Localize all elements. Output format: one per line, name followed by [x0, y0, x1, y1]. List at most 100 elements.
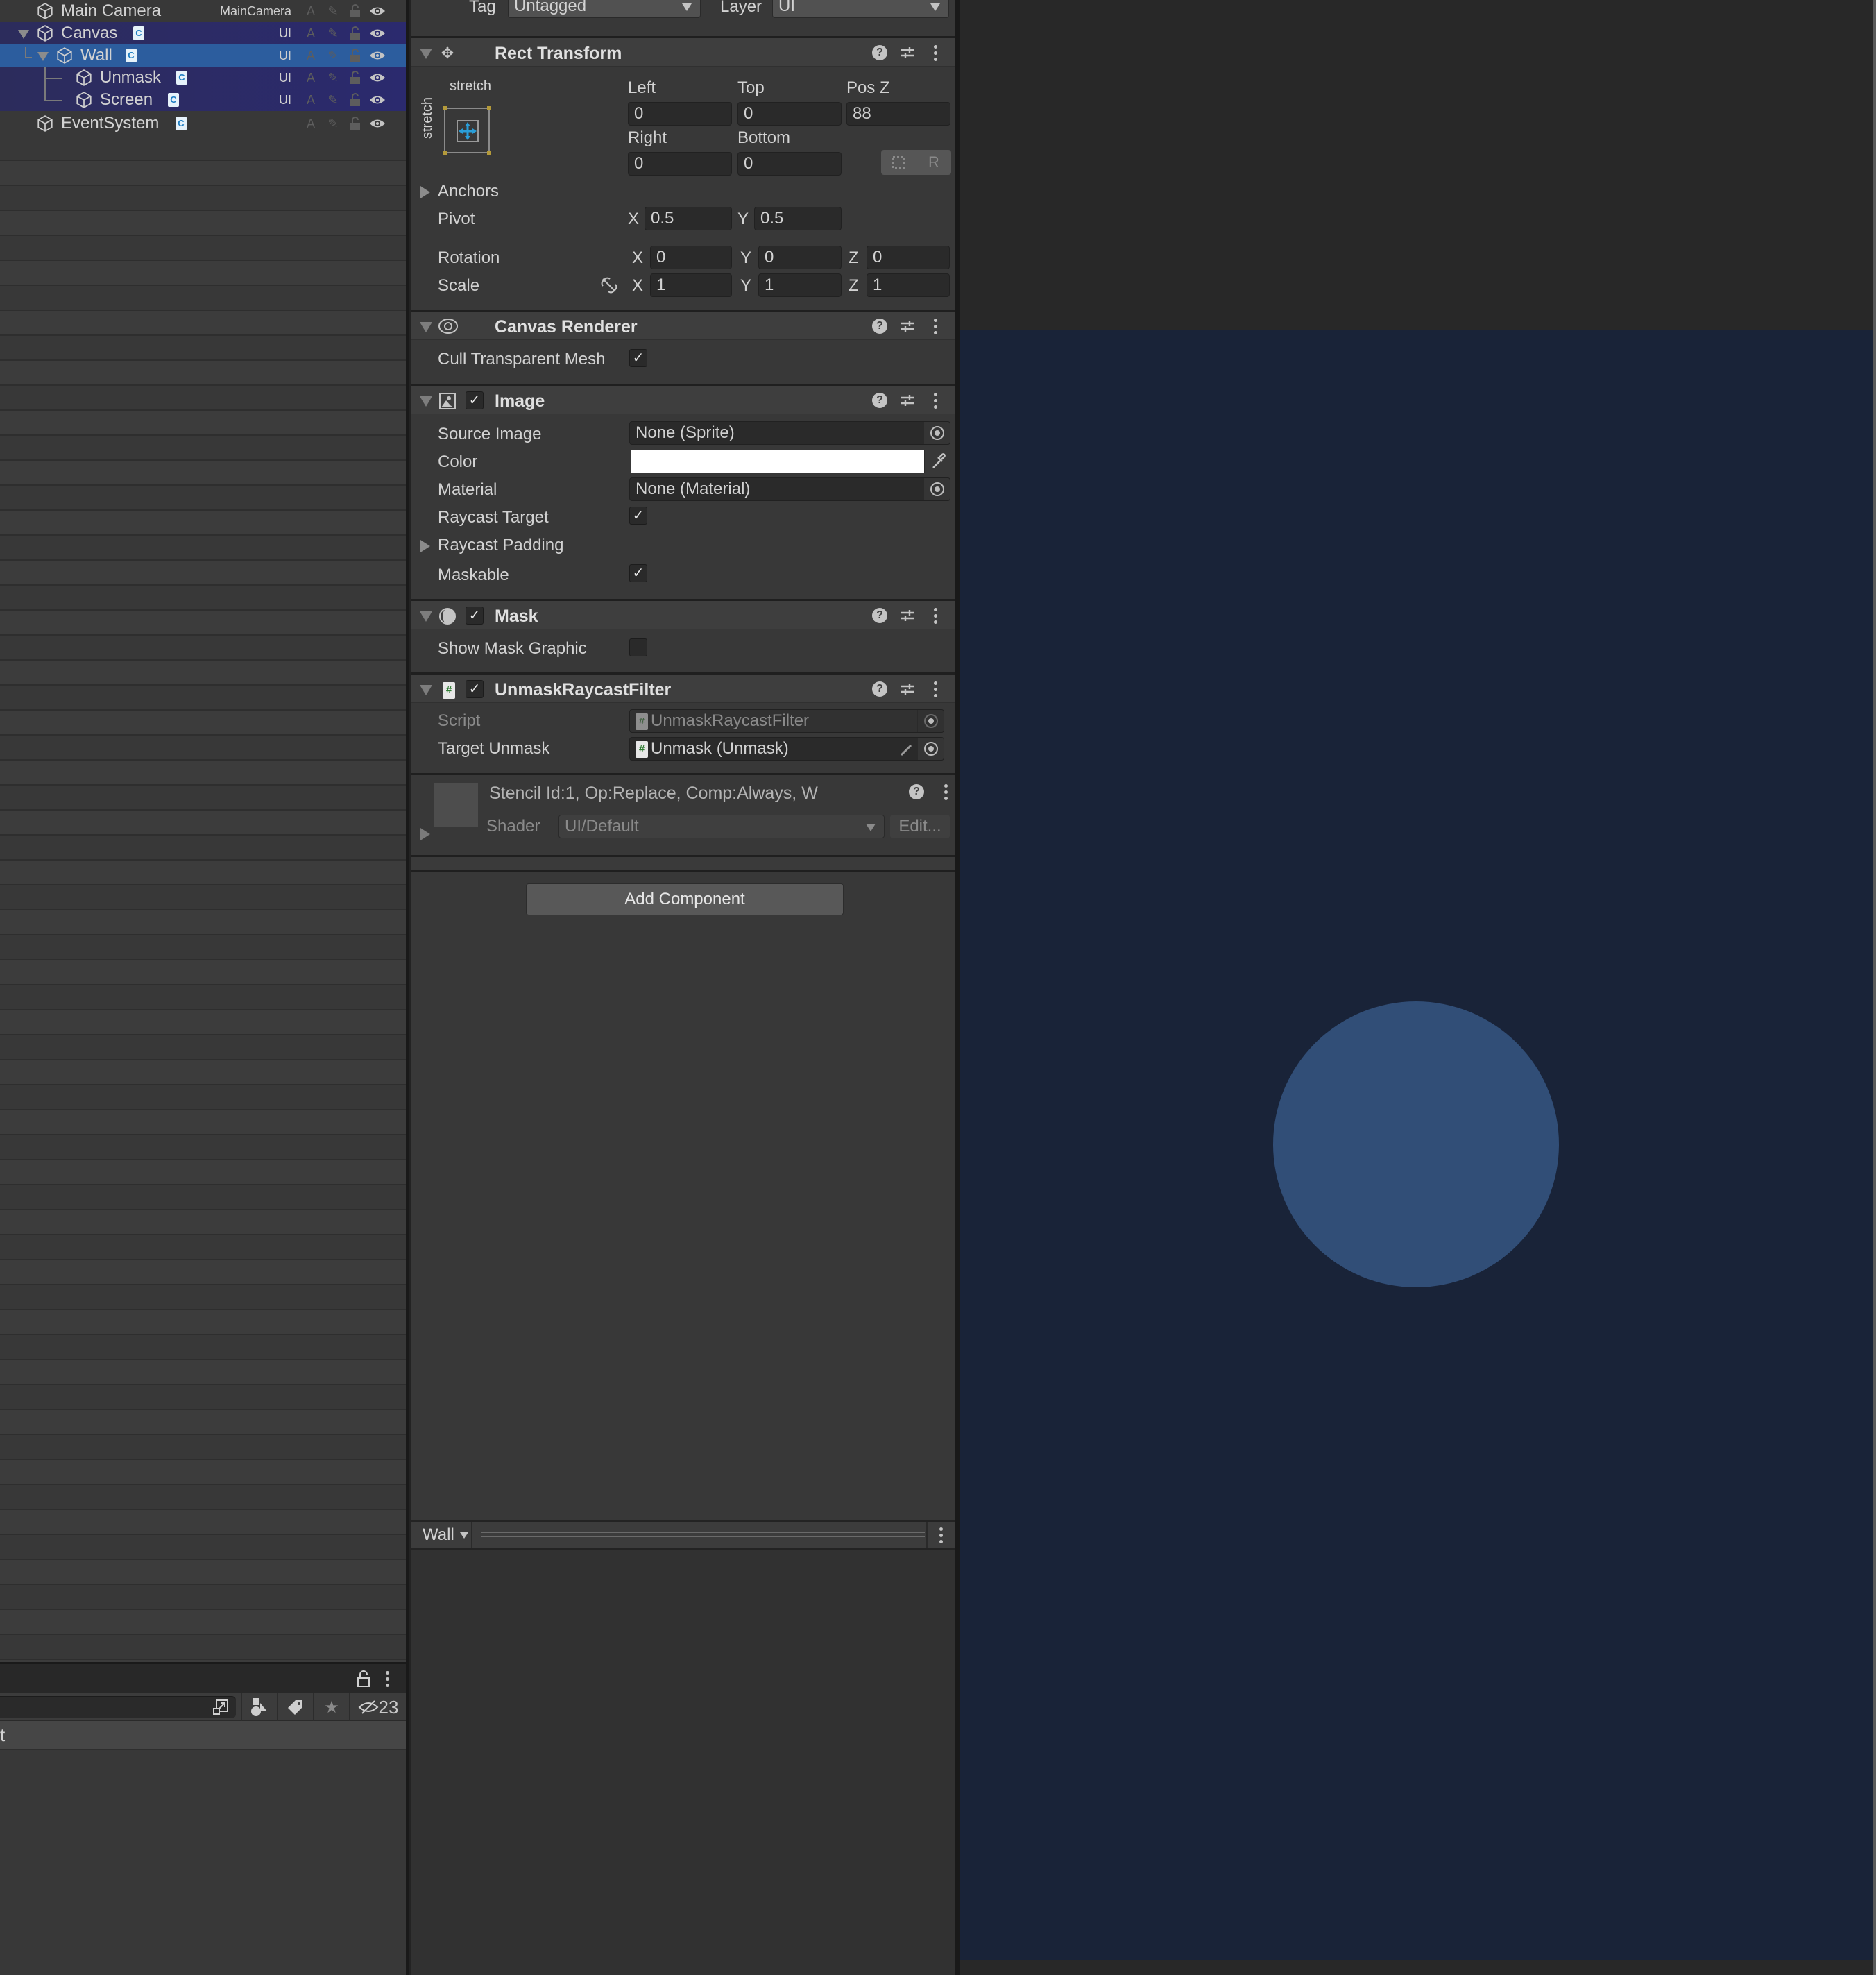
- scale-z-field[interactable]: 1: [867, 273, 950, 297]
- help-button[interactable]: ?: [869, 390, 890, 411]
- bottom-field[interactable]: 0: [737, 152, 842, 176]
- pencil-icon[interactable]: ✎: [322, 0, 344, 22]
- pencil-icon[interactable]: ✎: [322, 112, 344, 135]
- pencil-icon[interactable]: ✎: [322, 44, 344, 67]
- scene-picking-icon[interactable]: A: [300, 0, 322, 22]
- eye-icon[interactable]: [366, 44, 389, 67]
- hierarchy-item-unmask[interactable]: Unmask C UI A ✎: [0, 67, 406, 89]
- lock-icon[interactable]: [344, 44, 366, 67]
- eye-icon[interactable]: [366, 89, 389, 111]
- material-fold-icon[interactable]: [420, 828, 430, 840]
- image-header[interactable]: ✓ Image ?: [411, 384, 955, 414]
- object-picker-button[interactable]: [917, 738, 944, 760]
- rotation-x-field[interactable]: 0: [650, 246, 732, 269]
- tag-dropdown[interactable]: Untagged: [508, 0, 701, 18]
- raw-edit-button[interactable]: R: [916, 150, 951, 175]
- component-menu-button[interactable]: [925, 316, 946, 337]
- pencil-icon[interactable]: ✎: [322, 22, 344, 44]
- preview-object-dropdown[interactable]: Wall: [417, 1522, 472, 1548]
- favorites-star-icon[interactable]: ★: [313, 1693, 349, 1721]
- add-component-button[interactable]: Add Component: [526, 883, 844, 915]
- top-field[interactable]: 0: [737, 102, 842, 126]
- fold-arrow-icon[interactable]: [420, 322, 432, 332]
- lock-icon[interactable]: [344, 112, 366, 135]
- search-input[interactable]: [0, 1696, 236, 1718]
- fold-arrow-icon[interactable]: [420, 685, 432, 695]
- unmask-raycast-filter-header[interactable]: # ✓ UnmaskRaycastFilter ?: [411, 672, 955, 703]
- constrain-proportions-icon[interactable]: [600, 276, 618, 294]
- hierarchy-item-screen[interactable]: Screen C UI A ✎: [0, 89, 406, 111]
- help-button[interactable]: ?: [869, 605, 890, 626]
- mask-enabled-checkbox[interactable]: ✓: [466, 607, 484, 625]
- hidden-packages-toggle[interactable]: 23: [349, 1693, 406, 1721]
- canvas-renderer-header[interactable]: Canvas Renderer ?: [411, 310, 955, 340]
- lock-icon[interactable]: [357, 1670, 370, 1691]
- hierarchy-item-main-camera[interactable]: Main Camera MainCamera A ✎: [0, 0, 406, 22]
- scene-picking-icon[interactable]: A: [300, 44, 322, 67]
- eye-icon[interactable]: [366, 67, 389, 89]
- shader-edit-button[interactable]: Edit...: [890, 815, 950, 838]
- pivot-y-field[interactable]: 0.5: [754, 207, 842, 230]
- material-menu-button[interactable]: [935, 781, 956, 802]
- rotation-z-field[interactable]: 0: [867, 246, 950, 269]
- scene-picking-icon[interactable]: A: [300, 112, 322, 135]
- help-button[interactable]: ?: [869, 42, 890, 63]
- lock-icon[interactable]: [344, 0, 366, 22]
- lock-icon[interactable]: [344, 67, 366, 89]
- anchors-label[interactable]: Anchors: [438, 182, 499, 201]
- scene-picking-icon[interactable]: A: [300, 67, 322, 89]
- target-unmask-field[interactable]: # Unmask (Unmask): [629, 737, 944, 761]
- anchors-fold-icon[interactable]: [420, 186, 430, 198]
- image-enabled-checkbox[interactable]: ✓: [466, 391, 484, 409]
- hierarchy-item-wall[interactable]: Wall C UI A ✎: [0, 44, 406, 67]
- raycast-padding-label[interactable]: Raycast Padding: [438, 536, 563, 555]
- cull-transparent-mesh-checkbox[interactable]: ✓: [629, 349, 647, 367]
- pencil-icon[interactable]: ✎: [322, 67, 344, 89]
- pencil-icon[interactable]: [899, 741, 914, 760]
- fold-arrow-icon[interactable]: [420, 396, 432, 407]
- material-field[interactable]: None (Material): [629, 477, 950, 501]
- preview-drag-handle[interactable]: [481, 1532, 925, 1537]
- scene-picking-icon[interactable]: A: [300, 89, 322, 111]
- layer-dropdown[interactable]: UI: [772, 0, 949, 18]
- show-mask-graphic-checkbox[interactable]: [629, 638, 647, 656]
- presets-button[interactable]: [897, 605, 918, 626]
- pencil-icon[interactable]: ✎: [322, 89, 344, 111]
- project-list-item[interactable]: t: [0, 1721, 406, 1749]
- pivot-x-field[interactable]: 0.5: [645, 207, 732, 230]
- blueprint-mode-button[interactable]: [881, 150, 916, 175]
- help-button[interactable]: ?: [906, 781, 927, 802]
- right-field[interactable]: 0: [628, 152, 732, 176]
- component-menu-button[interactable]: [925, 390, 946, 411]
- color-field[interactable]: [631, 450, 925, 473]
- left-field[interactable]: 0: [628, 102, 732, 126]
- object-picker-button[interactable]: [923, 478, 950, 500]
- expand-search-icon[interactable]: [212, 1699, 230, 1717]
- filter-by-type-button[interactable]: [241, 1693, 277, 1721]
- lock-icon[interactable]: [344, 22, 366, 44]
- presets-button[interactable]: [897, 679, 918, 700]
- help-button[interactable]: ?: [869, 679, 890, 700]
- presets-button[interactable]: [897, 390, 918, 411]
- anchor-presets-button[interactable]: [442, 105, 492, 155]
- expand-arrow-icon[interactable]: [18, 30, 29, 39]
- mask-header[interactable]: ✓ Mask ?: [411, 599, 955, 629]
- posz-field[interactable]: 88: [846, 102, 950, 126]
- lock-icon[interactable]: [344, 89, 366, 111]
- eyedropper-icon[interactable]: [926, 450, 951, 473]
- presets-button[interactable]: [897, 42, 918, 63]
- component-menu-button[interactable]: [925, 42, 946, 63]
- fold-arrow-icon[interactable]: [420, 49, 432, 59]
- rotation-y-field[interactable]: 0: [758, 246, 842, 269]
- component-menu-button[interactable]: [925, 605, 946, 626]
- hierarchy-item-canvas[interactable]: Canvas C UI A ✎: [0, 22, 406, 44]
- filter-by-label-button[interactable]: [277, 1693, 313, 1721]
- eye-icon[interactable]: [366, 0, 389, 22]
- game-render-area[interactable]: [960, 330, 1873, 1960]
- rect-transform-header[interactable]: ✥ Rect Transform ?: [411, 36, 955, 67]
- eye-icon[interactable]: [366, 112, 389, 135]
- object-picker-button[interactable]: [923, 422, 950, 444]
- help-button[interactable]: ?: [869, 316, 890, 337]
- scene-picking-icon[interactable]: A: [300, 22, 322, 44]
- scale-y-field[interactable]: 1: [758, 273, 842, 297]
